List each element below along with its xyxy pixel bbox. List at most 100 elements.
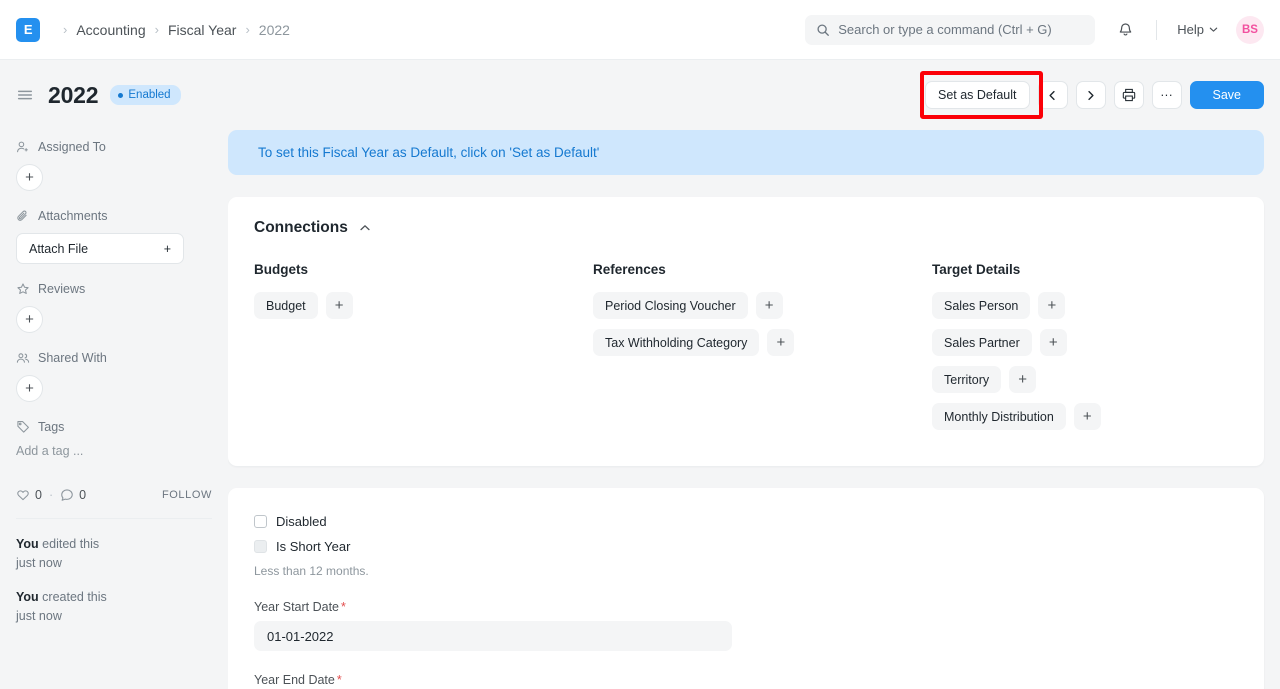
- activity-text: edited this: [39, 537, 99, 551]
- sidebar-section-reviews: Reviews +: [16, 282, 212, 333]
- connection-link-row: Sales Partner +: [932, 329, 1101, 356]
- more-actions-button[interactable]: ···: [1152, 81, 1182, 109]
- connection-sales-person-button[interactable]: Sales Person: [932, 292, 1030, 319]
- info-alert: To set this Fiscal Year as Default, clic…: [228, 130, 1264, 175]
- disabled-field: Disabled: [254, 514, 1238, 529]
- connections-column-budgets: Budgets Budget +: [254, 262, 593, 440]
- connection-sales-partner-button[interactable]: Sales Partner: [932, 329, 1032, 356]
- add-review-button[interactable]: +: [16, 306, 43, 333]
- page-body: Assigned To + Attachments Attach File +: [0, 130, 1280, 689]
- connection-period-closing-voucher-button[interactable]: Period Closing Voucher: [593, 292, 748, 319]
- activity-time: just now: [16, 607, 212, 626]
- prev-document-button[interactable]: [1038, 81, 1068, 109]
- year-start-date-input[interactable]: [254, 621, 732, 651]
- add-tax-withholding-category-button[interactable]: +: [767, 329, 794, 356]
- print-button[interactable]: [1114, 81, 1144, 109]
- add-sales-person-button[interactable]: +: [1038, 292, 1065, 319]
- help-label: Help: [1177, 22, 1204, 37]
- sidebar-section-attachments: Attachments Attach File +: [16, 209, 212, 264]
- connections-column-heading: Budgets: [254, 262, 593, 277]
- search-input[interactable]: [838, 22, 1084, 37]
- add-share-button[interactable]: +: [16, 375, 43, 402]
- search-box[interactable]: [805, 15, 1095, 45]
- connections-card: Connections Budgets Budget + Referenc: [228, 197, 1264, 466]
- disabled-checkbox[interactable]: [254, 515, 267, 528]
- add-territory-button[interactable]: +: [1009, 366, 1036, 393]
- connections-grid: Budgets Budget + References Period Closi…: [254, 262, 1238, 440]
- connection-monthly-distribution-button[interactable]: Monthly Distribution: [932, 403, 1066, 430]
- reaction-row: 0 · 0 FOLLOW: [16, 488, 212, 518]
- app-logo[interactable]: E: [16, 18, 40, 42]
- next-document-button[interactable]: [1076, 81, 1106, 109]
- sidebar-label-shared-with: Shared With: [38, 351, 107, 365]
- add-monthly-distribution-button[interactable]: +: [1074, 403, 1101, 430]
- chevron-down-icon: [1209, 25, 1218, 34]
- help-menu[interactable]: Help: [1177, 22, 1218, 37]
- sidebar-section-shared-with: Shared With +: [16, 351, 212, 402]
- dot-separator: ·: [49, 488, 53, 502]
- chevron-up-icon[interactable]: [359, 222, 371, 234]
- connections-title-row[interactable]: Connections: [254, 219, 1238, 237]
- connections-title: Connections: [254, 219, 348, 237]
- attach-file-button[interactable]: Attach File +: [16, 233, 184, 264]
- sidebar-toggle-icon[interactable]: [16, 86, 34, 104]
- add-tag-input[interactable]: Add a tag ...: [16, 444, 212, 458]
- connections-column-heading: References: [593, 262, 932, 277]
- year-start-date-label-text: Year Start Date: [254, 600, 339, 614]
- avatar[interactable]: BS: [1236, 16, 1264, 44]
- breadcrumb-separator: ›: [63, 22, 67, 37]
- activity-time: just now: [16, 554, 212, 573]
- sidebar-section-tags: Tags Add a tag ...: [16, 420, 212, 458]
- sidebar-section-assigned-to: Assigned To +: [16, 140, 212, 191]
- users-icon: [16, 351, 30, 365]
- connection-link-row: Sales Person +: [932, 292, 1101, 319]
- sidebar-label-attachments: Attachments: [38, 209, 107, 223]
- breadcrumb-item-2022[interactable]: 2022: [259, 22, 290, 38]
- follow-button[interactable]: FOLLOW: [162, 489, 212, 501]
- connection-link-row: Period Closing Voucher +: [593, 292, 932, 319]
- navbar: E › Accounting › Fiscal Year › 2022 Help: [0, 0, 1280, 60]
- status-dot-icon: [118, 93, 123, 98]
- breadcrumb-item-fiscal-year[interactable]: Fiscal Year: [168, 22, 236, 38]
- connection-tax-withholding-category-button[interactable]: Tax Withholding Category: [593, 329, 759, 356]
- tag-icon: [16, 420, 30, 434]
- breadcrumb-separator: ›: [245, 22, 249, 37]
- page-actions: Set as Default: [925, 81, 1264, 109]
- activity-text: created this: [39, 590, 107, 604]
- connections-column-heading: Target Details: [932, 262, 1101, 277]
- activity-actor: You: [16, 590, 39, 604]
- connection-link-row: Monthly Distribution +: [932, 403, 1101, 430]
- comment-icon: [60, 488, 74, 502]
- is-short-year-checkbox[interactable]: [254, 540, 267, 553]
- year-start-date-label: Year Start Date*: [254, 600, 1238, 614]
- page-header: 2022 Enabled Set as Default: [0, 60, 1280, 130]
- fiscal-year-form-card: Disabled Is Short Year Less than 12 mont…: [228, 488, 1264, 689]
- is-short-year-label: Is Short Year: [276, 539, 350, 554]
- breadcrumb-item-accounting[interactable]: Accounting: [76, 22, 145, 38]
- add-period-closing-voucher-button[interactable]: +: [756, 292, 783, 319]
- comment-counter[interactable]: 0: [60, 488, 86, 502]
- set-as-default-button[interactable]: Set as Default: [925, 81, 1030, 109]
- sidebar-label-assigned-to: Assigned To: [38, 140, 106, 154]
- connection-link-row: Tax Withholding Category +: [593, 329, 932, 356]
- save-button[interactable]: Save: [1190, 81, 1265, 109]
- add-budget-button[interactable]: +: [326, 292, 353, 319]
- is-short-year-field: Is Short Year: [254, 539, 1238, 554]
- comment-count: 0: [79, 488, 86, 502]
- chevron-left-icon: [1047, 90, 1058, 101]
- heart-icon: [16, 488, 30, 502]
- print-icon: [1122, 88, 1136, 102]
- notifications-bell-icon[interactable]: [1117, 21, 1134, 38]
- paperclip-icon: [16, 209, 30, 223]
- like-counter[interactable]: 0: [16, 488, 42, 502]
- add-sales-partner-button[interactable]: +: [1040, 329, 1067, 356]
- connection-budget-button[interactable]: Budget: [254, 292, 318, 319]
- sidebar-section-header: Shared With: [16, 351, 212, 365]
- like-count: 0: [35, 488, 42, 502]
- page-title: 2022: [48, 82, 98, 109]
- chevron-right-icon: [1085, 90, 1096, 101]
- connections-column-references: References Period Closing Voucher + Tax …: [593, 262, 932, 440]
- connection-territory-button[interactable]: Territory: [932, 366, 1001, 393]
- add-assignment-button[interactable]: +: [16, 164, 43, 191]
- attach-file-label: Attach File: [29, 242, 88, 256]
